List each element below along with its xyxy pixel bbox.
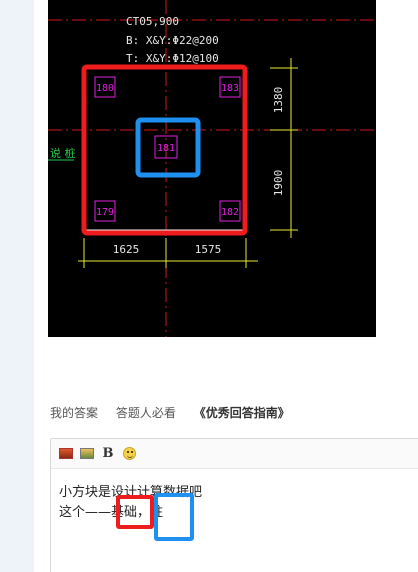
bold-icon[interactable]: B [101, 446, 115, 461]
pile-label-top-left: 180 [96, 83, 114, 94]
editor-line-1: 小方块是设计计算数据吧 [59, 485, 203, 500]
dim-bottom: 1900 [272, 170, 285, 197]
bottom-rebar-label: B: X&Y:Φ22@200 [126, 34, 219, 47]
left-sidebar-strip [0, 0, 34, 572]
dim-right: 1575 [195, 243, 222, 256]
red-highlight-mark [116, 495, 154, 529]
blue-highlight-mark [154, 493, 194, 541]
cad-drawing-svg: CT05,900 B: X&Y:Φ22@200 T: X&Y:Φ12@100 1… [48, 0, 376, 337]
dim-left: 1625 [113, 243, 140, 256]
emoji-icon[interactable] [122, 447, 136, 461]
answer-editor[interactable]: B 小方块是设计计算数据吧 这个——基础，柱 [50, 438, 418, 572]
insert-image-icon[interactable] [59, 447, 73, 461]
editor-content[interactable]: 小方块是设计计算数据吧 这个——基础，柱 [51, 469, 418, 541]
answer-guide-link[interactable]: 《优秀回答指南》 [194, 406, 290, 420]
side-green-text: 说 桩 [50, 146, 76, 160]
cad-drawing-image: CT05,900 B: X&Y:Φ22@200 T: X&Y:Φ12@100 1… [48, 0, 376, 337]
insert-picture-icon[interactable] [80, 447, 94, 461]
pile-label-center: 181 [157, 143, 175, 154]
ct-label: CT05,900 [126, 15, 179, 28]
answer-tabs: 我的答案 答题人必看 《优秀回答指南》 [50, 404, 304, 421]
must-read-link[interactable]: 答题人必看 [116, 406, 176, 420]
my-answer-tab[interactable]: 我的答案 [50, 406, 98, 420]
pile-label-bottom-left: 179 [96, 207, 114, 218]
editor-toolbar: B [51, 439, 418, 469]
pile-label-top-right: 183 [221, 83, 239, 94]
dim-top: 1380 [272, 87, 285, 114]
pile-label-bottom-right: 182 [221, 207, 239, 218]
top-rebar-label: T: X&Y:Φ12@100 [126, 52, 219, 65]
